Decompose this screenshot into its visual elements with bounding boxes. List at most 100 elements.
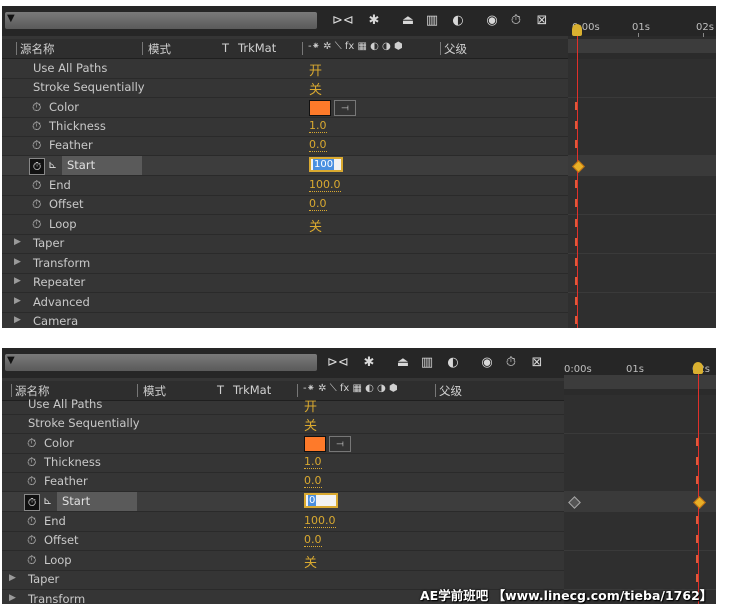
layer-search-input[interactable]: ▼ [5,12,317,29]
prop-value[interactable]: 0.0 [309,197,327,211]
frame-blend-icon[interactable]: ▥ [417,354,437,372]
graph-icon[interactable]: ⊾ [48,158,57,171]
work-area-bar[interactable] [568,39,716,53]
shy-icon[interactable]: ⏏ [398,12,418,30]
timeline-area[interactable]: 0:00s 01s 02s I I I I I I I I I I I [568,6,716,328]
keyframe-marker-icon[interactable]: I [574,178,578,191]
prop-row-thickness[interactable]: ⏱ Thickness 1.0 [2,117,572,137]
shy-icon[interactable]: ⏏ [393,354,413,372]
group-row-advanced[interactable]: ▶ Advanced [2,293,572,313]
prop-row-stroke-sequentially[interactable]: Stroke Sequentially 关 [2,78,572,98]
stopwatch-icon[interactable]: ⏱ [501,354,521,372]
color-swatch[interactable] [304,436,326,452]
keyframe-marker-icon[interactable]: I [574,275,578,288]
graph-icon[interactable]: ⊾ [43,494,52,507]
col-source-name[interactable]: 源名称 [20,41,55,57]
col-t[interactable]: T [222,41,229,55]
eyedropper-icon[interactable]: ⟞ [334,100,356,116]
expand-triangle-icon[interactable]: ▶ [14,237,21,247]
expand-triangle-icon[interactable]: ▶ [14,257,21,267]
prop-label-selected[interactable]: Start [62,156,142,175]
stopwatch-icon[interactable]: ⏱ [27,553,40,567]
stopwatch-icon[interactable]: ⏱ [506,12,526,30]
graph-editor-icon[interactable]: ◉ [477,354,497,372]
comp-mini-icon[interactable]: ⊠ [527,354,547,372]
stopwatch-icon[interactable]: ⏱ [32,178,45,192]
keyframe-marker-icon[interactable]: I [695,553,699,566]
prop-row-feather[interactable]: ⏱ Feather 0.0 [2,472,564,492]
comp-flow-icon[interactable]: ⊳⊲ [327,354,349,372]
stopwatch-icon[interactable]: ⏱ [27,474,40,488]
draft-3d-icon[interactable]: ✱ [364,12,384,30]
prop-row-end[interactable]: ⏱ End 100.0 [2,176,572,196]
keyframe-marker-icon[interactable]: I [574,197,578,210]
stopwatch-icon[interactable]: ⏱ [32,138,45,152]
expand-triangle-icon[interactable]: ▶ [14,315,21,325]
expand-triangle-icon[interactable]: ▶ [9,573,16,583]
prop-row-color[interactable]: ⏱ Color ⟞ [2,98,572,118]
col-parent[interactable]: 父级 [444,41,467,57]
prop-value-toggle[interactable]: 关 [309,216,322,235]
prop-row-thickness[interactable]: ⏱ Thickness 1.0 [2,453,564,473]
prop-value-toggle[interactable]: 开 [304,396,317,415]
group-row-transform[interactable]: ▶ Transform [2,254,572,274]
prop-value-toggle[interactable]: 关 [304,415,317,434]
stopwatch-icon[interactable]: ⏱ [27,514,40,528]
prop-row-offset[interactable]: ⏱ Offset 0.0 [2,195,572,215]
prop-value[interactable]: 1.0 [304,455,322,469]
prop-value[interactable]: 0.0 [304,474,322,488]
search-dropdown-icon[interactable]: ▼ [7,355,15,366]
keyframe-marker-icon[interactable]: I [695,474,699,487]
stopwatch-icon[interactable]: ⏱ [32,100,45,114]
prop-value-toggle[interactable]: 关 [309,79,322,98]
group-row-repeater[interactable]: ▶ Repeater [2,273,572,293]
prop-row-start[interactable]: ⏱ ⊾ Start 0 [2,492,564,512]
col-switches[interactable]: -⁕ ✲ ⟍ fx ▦ ◐ ◑ ⬢ [308,41,403,52]
prop-row-loop[interactable]: ⏱ Loop 关 [2,215,572,235]
col-switches[interactable]: -⁕ ✲ ⟍ fx ▦ ◐ ◑ ⬢ [303,383,398,394]
search-dropdown-icon[interactable]: ▼ [7,13,15,24]
prop-row-feather[interactable]: ⏱ Feather 0.0 [2,136,572,156]
stopwatch-icon[interactable]: ⏱ [32,217,45,231]
prop-row-end[interactable]: ⏱ End 100.0 [2,512,564,532]
prop-row-use-all-paths[interactable]: Use All Paths 开 [2,395,564,415]
prop-value[interactable]: 0.0 [304,533,322,547]
frame-blend-icon[interactable]: ▥ [422,12,442,30]
draft-3d-icon[interactable]: ✱ [359,354,379,372]
stopwatch-icon[interactable]: ⏱ [32,119,45,133]
stopwatch-icon[interactable]: ⏱ [27,455,40,469]
graph-editor-icon[interactable]: ◉ [482,12,502,30]
prop-row-use-all-paths[interactable]: Use All Paths 开 [2,59,572,79]
timeline-area[interactable]: 0:00s 01s 02s I I I I I I I [564,348,716,604]
start-value-input[interactable]: 0 [304,493,338,508]
keyframe-marker-icon[interactable]: I [695,436,699,449]
keyframe-marker-icon[interactable]: I [574,295,578,308]
stopwatch-icon[interactable]: ⏱ [32,197,45,211]
prop-row-start[interactable]: ⏱ ⊾ Start 100 [2,156,572,176]
expand-triangle-icon[interactable]: ▶ [14,276,21,286]
stopwatch-icon[interactable]: ⏱ [27,436,40,450]
comp-mini-icon[interactable]: ⊠ [532,12,552,30]
work-area-bar[interactable] [564,375,716,389]
keyframe-marker-icon[interactable]: I [574,256,578,269]
prop-row-color[interactable]: ⏱ Color ⟞ [2,434,564,454]
stopwatch-active-icon[interactable]: ⏱ [24,494,40,511]
eyedropper-icon[interactable]: ⟞ [329,436,351,452]
layer-search-input[interactable]: ▼ [5,354,317,371]
stopwatch-active-icon[interactable]: ⏱ [29,158,45,175]
keyframe-marker-icon[interactable]: I [574,217,578,230]
comp-flow-icon[interactable]: ⊳⊲ [332,12,354,30]
prop-row-offset[interactable]: ⏱ Offset 0.0 [2,531,564,551]
current-time-indicator[interactable] [698,370,699,604]
prop-value-toggle[interactable]: 关 [304,552,317,571]
prop-value[interactable]: 100.0 [304,514,336,528]
keyframe-marker-icon[interactable]: I [574,314,578,327]
keyframe-marker-icon[interactable]: I [695,455,699,468]
prop-value[interactable]: 0.0 [309,138,327,152]
group-row-taper[interactable]: ▶ Taper [2,234,572,254]
expand-triangle-icon[interactable]: ▶ [14,296,21,306]
color-swatch[interactable] [309,100,331,116]
col-trkmat[interactable]: TrkMat [238,41,276,55]
expand-triangle-icon[interactable]: ▶ [9,593,16,603]
cti-head-icon[interactable] [693,362,703,374]
